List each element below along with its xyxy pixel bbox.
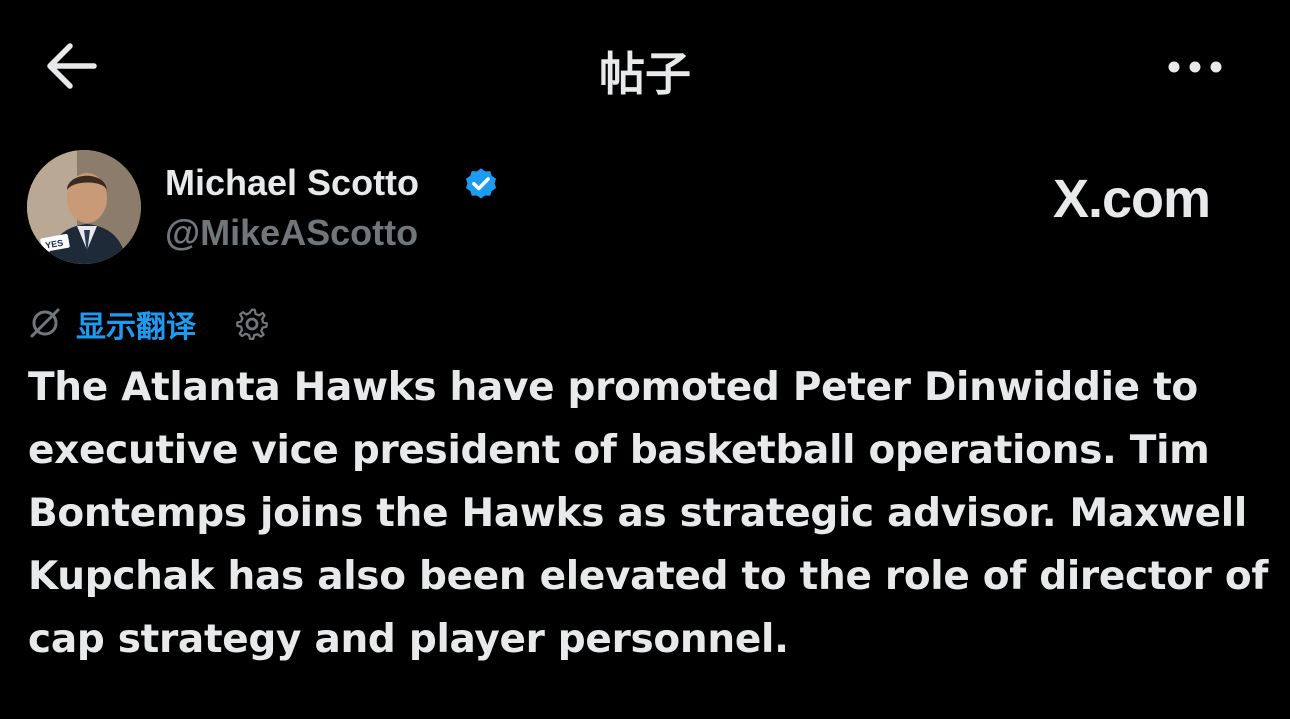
author-handle[interactable]: @MikeAScotto — [165, 212, 418, 254]
post-text-line: The Atlanta Hawks have promoted Peter Di… — [28, 365, 1198, 410]
show-translation-link[interactable]: 显示翻译 — [76, 302, 196, 346]
author-display-name[interactable]: Michael Scotto — [165, 162, 419, 204]
verified-badge-icon — [465, 168, 497, 199]
x-com-watermark: X.com — [1053, 169, 1211, 229]
avatar-image: YES — [27, 150, 141, 264]
post-text: The Atlanta Hawks have promoted Peter Di… — [28, 356, 1278, 671]
post-text-line: Kupchak has also been elevated to the ro… — [28, 554, 1269, 599]
page-title: 帖子 — [599, 47, 691, 101]
more-horizontal-icon — [1168, 61, 1222, 73]
post-header: YES Michael Scotto @MikeAScotto X.com — [0, 140, 1290, 280]
top-bar: 帖子 — [0, 0, 1290, 130]
more-button[interactable] — [1160, 50, 1230, 84]
post-text-line: executive vice president of basketball o… — [28, 428, 1210, 473]
avatar[interactable]: YES — [27, 150, 141, 264]
gear-icon[interactable] — [234, 306, 270, 342]
translate-row: 显示翻译 — [28, 302, 428, 346]
post-text-line: cap strategy and player personnel. — [28, 617, 789, 662]
translate-off-icon — [30, 308, 60, 338]
post-text-line: Bontemps joins the Hawks as strategic ad… — [28, 491, 1247, 536]
